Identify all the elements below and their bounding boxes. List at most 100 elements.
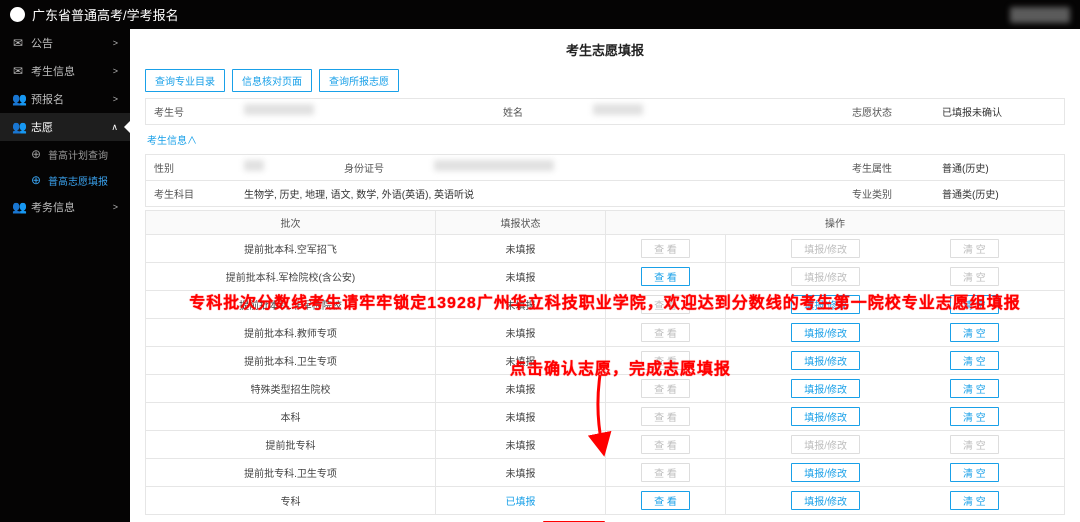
sidebar-sub-plan-query[interactable]: ⊕ 普高计划查询 [0, 141, 130, 167]
cell-batch: 专科 [146, 487, 436, 515]
btn-clear[interactable]: 清 空 [950, 351, 999, 370]
chevron-up-icon: ∧ [111, 122, 118, 133]
cell-actions: 填报/修改 清 空 [726, 347, 1065, 375]
value-gender [236, 155, 336, 180]
circle-plus-icon: ⊕ [30, 148, 42, 160]
users-icon: 👥 [12, 121, 24, 133]
btn-edit[interactable]: 填报/修改 [791, 435, 860, 454]
cell-actions: 填报/修改 清 空 [726, 375, 1065, 403]
btn-view[interactable]: 查 看 [641, 491, 690, 510]
sidebar-item-volunteer[interactable]: 👥 志愿 ∧ [0, 113, 130, 141]
btn-clear[interactable]: 清 空 [950, 491, 999, 510]
circle-plus-icon: ⊕ [30, 174, 42, 186]
btn-view[interactable]: 查 看 [641, 239, 690, 258]
cell-actions: 填报/修改 清 空 [726, 431, 1065, 459]
cell-status: 未填报 [436, 431, 606, 459]
student-detail-row2: 考生科目 生物学, 历史, 地理, 语文, 数学, 外语(英语), 英语听说 专… [145, 181, 1065, 207]
cell-actions: 填报/修改 清 空 [726, 403, 1065, 431]
cell-status: 未填报 [436, 347, 606, 375]
cell-view: 查 看 [606, 459, 726, 487]
cell-view: 查 看 [606, 347, 726, 375]
btn-clear[interactable]: 清 空 [950, 295, 999, 314]
btn-clear[interactable]: 清 空 [950, 323, 999, 342]
cell-view: 查 看 [606, 431, 726, 459]
btn-view[interactable]: 查 看 [641, 407, 690, 426]
value-major-type: 普通类(历史) [934, 181, 1064, 206]
btn-query-filled[interactable]: 查询所报志愿 [319, 69, 399, 92]
cell-batch: 提前批本科.军检院校(含公安) [146, 263, 436, 291]
btn-clear[interactable]: 清 空 [950, 407, 999, 426]
btn-view[interactable]: 查 看 [641, 323, 690, 342]
table-row: 专科已填报查 看填报/修改清 空 [146, 487, 1065, 515]
sidebar-label: 预报名 [31, 91, 64, 107]
cell-view: 查 看 [606, 263, 726, 291]
cell-actions: 填报/修改 清 空 [726, 263, 1065, 291]
btn-clear[interactable]: 清 空 [950, 435, 999, 454]
btn-edit[interactable]: 填报/修改 [791, 351, 860, 370]
label-name: 姓名 [495, 99, 585, 124]
btn-edit[interactable]: 填报/修改 [791, 379, 860, 398]
btn-clear[interactable]: 清 空 [950, 379, 999, 398]
btn-query-catalog[interactable]: 查询专业目录 [145, 69, 225, 92]
btn-clear[interactable]: 清 空 [950, 239, 999, 258]
btn-edit[interactable]: 填报/修改 [791, 267, 860, 286]
value-subjects: 生物学, 历史, 地理, 语文, 数学, 外语(英语), 英语听说 [236, 181, 844, 206]
users-icon: 👥 [12, 201, 24, 213]
cell-view: 查 看 [606, 403, 726, 431]
user-blur [1010, 7, 1070, 23]
th-status: 填报状态 [436, 211, 606, 235]
value-name [585, 99, 844, 124]
main-content: 考生志愿填报 查询专业目录 信息核对页面 查询所报志愿 考生号 姓名 志愿状态 … [130, 0, 1080, 522]
btn-edit[interactable]: 填报/修改 [791, 239, 860, 258]
cell-status: 未填报 [436, 375, 606, 403]
btn-view[interactable]: 查 看 [641, 435, 690, 454]
sidebar-sub-label: 普高志愿填报 [48, 173, 108, 188]
table-row: 提前批本科.非军检院校未填报查 看填报/修改清 空 [146, 291, 1065, 319]
label-vol-status: 志愿状态 [844, 99, 934, 124]
value-vol-status: 已填报未确认 [934, 99, 1064, 124]
btn-view[interactable]: 查 看 [641, 295, 690, 314]
sidebar-label: 考生信息 [31, 63, 75, 79]
btn-edit[interactable]: 填报/修改 [791, 323, 860, 342]
cell-batch: 提前批本科.教师专项 [146, 319, 436, 347]
cell-batch: 提前批专科 [146, 431, 436, 459]
btn-view[interactable]: 查 看 [641, 351, 690, 370]
sidebar-item-student-info[interactable]: ✉ 考生信息 > [0, 57, 130, 85]
top-button-row: 查询专业目录 信息核对页面 查询所报志愿 [145, 69, 1065, 92]
app-title: 广东省普通高考/学考报名 [32, 5, 179, 24]
th-batch: 批次 [146, 211, 436, 235]
student-summary-row: 考生号 姓名 志愿状态 已填报未确认 [145, 98, 1065, 125]
sidebar-sub-volunteer-fill[interactable]: ⊕ 普高志愿填报 [0, 167, 130, 193]
btn-clear[interactable]: 清 空 [950, 463, 999, 482]
btn-edit[interactable]: 填报/修改 [791, 295, 860, 314]
sidebar-item-exam-info[interactable]: 👥 考务信息 > [0, 193, 130, 221]
table-row: 提前批专科未填报 查 看 填报/修改 清 空 [146, 431, 1065, 459]
btn-clear[interactable]: 清 空 [950, 267, 999, 286]
btn-edit[interactable]: 填报/修改 [791, 463, 860, 482]
value-exam-no [236, 99, 495, 124]
btn-check-info[interactable]: 信息核对页面 [232, 69, 312, 92]
value-id-no [426, 155, 844, 180]
table-row: 提前批本科.卫生专项未填报 查 看 填报/修改 清 空 [146, 347, 1065, 375]
sidebar-label: 公告 [31, 35, 53, 51]
cell-batch: 提前批本科.空军招飞 [146, 235, 436, 263]
btn-edit[interactable]: 填报/修改 [791, 491, 860, 510]
table-row: 提前批本科.空军招飞未填报查 看填报/修改清 空 [146, 235, 1065, 263]
table-row: 提前批专科.卫生专项未填报查 看填报/修改清 空 [146, 459, 1065, 487]
cell-view: 查 看 [606, 487, 726, 515]
btn-view[interactable]: 查 看 [641, 379, 690, 398]
cell-status: 未填报 [436, 403, 606, 431]
btn-view[interactable]: 查 看 [641, 267, 690, 286]
cell-status: 未填报 [436, 263, 606, 291]
cell-actions: 填报/修改 清 空 [726, 235, 1065, 263]
btn-edit[interactable]: 填报/修改 [791, 407, 860, 426]
collapse-student-info[interactable]: 考生信息∧ [145, 125, 199, 154]
btn-view[interactable]: 查 看 [641, 463, 690, 482]
label-subjects: 考生科目 [146, 181, 236, 206]
sidebar-item-pre-register[interactable]: 👥 预报名 > [0, 85, 130, 113]
cell-view: 查 看 [606, 291, 726, 319]
cell-batch: 提前批本科.卫生专项 [146, 347, 436, 375]
student-detail-row1: 性别 身份证号 考生属性 普通(历史) [145, 154, 1065, 181]
cell-actions: 填报/修改 清 空 [726, 487, 1065, 515]
sidebar-item-notice[interactable]: ✉ 公告 > [0, 29, 130, 57]
